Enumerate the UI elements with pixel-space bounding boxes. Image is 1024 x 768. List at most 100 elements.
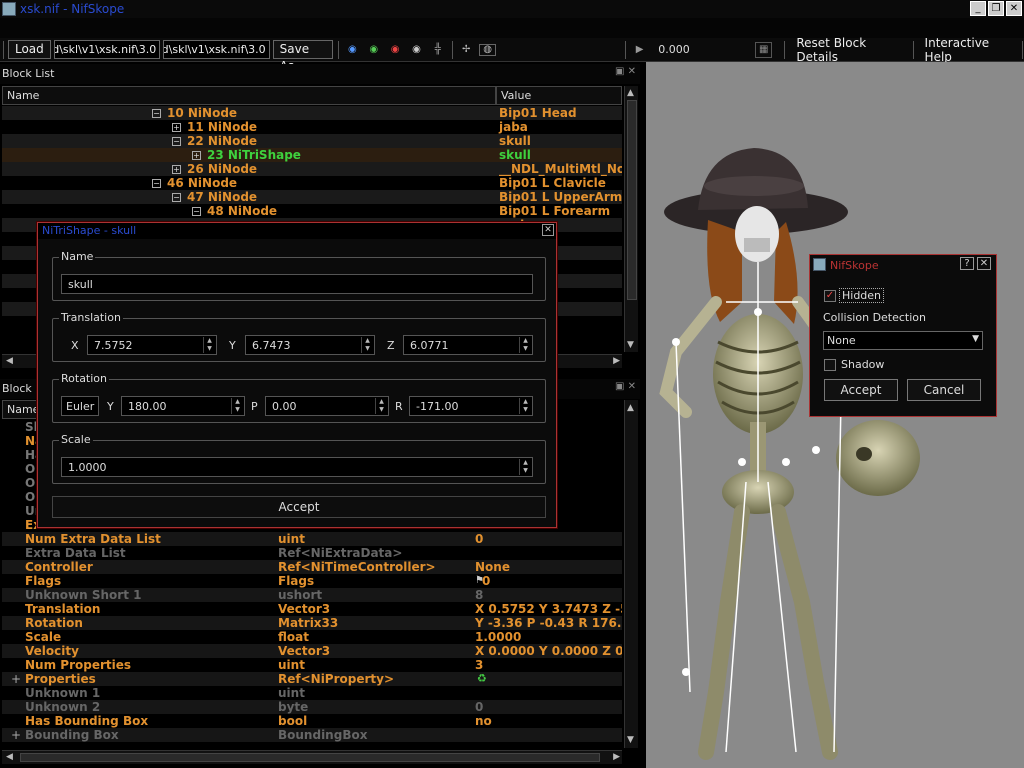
play-icon[interactable]: ▶	[631, 44, 648, 56]
transform-dialog-titlebar[interactable]: NiTriShape - skull ✕	[38, 223, 556, 239]
collapse-icon[interactable]: −	[152, 179, 161, 188]
accept-button[interactable]: Accept	[824, 379, 898, 401]
tree-row[interactable]: −46 NiNode Bip01 L Clavicle	[2, 176, 622, 190]
tree-row[interactable]: +26 NiNode __NDL_MultiMtl_No	[2, 162, 622, 176]
details-row[interactable]: Unknown 1 uint	[2, 686, 622, 700]
dock-buttons-icon[interactable]: ▣ ✕	[615, 66, 636, 77]
collapse-icon[interactable]: −	[192, 207, 201, 216]
details-row[interactable]: Rotation Matrix33 Y -3.36 P -0.43 R 176.3	[2, 616, 622, 630]
details-row[interactable]: Num Properties uint 3	[2, 658, 622, 672]
reset-block-details-button[interactable]: Reset Block Details	[796, 36, 907, 64]
tree-row[interactable]: −48 NiNode Bip01 L Forearm	[2, 204, 622, 218]
save-as-button[interactable]: Save As	[272, 40, 333, 73]
collapse-icon[interactable]: −	[172, 193, 181, 202]
expand-icon[interactable]: +	[192, 151, 201, 160]
details-row[interactable]: Flags Flags 0 ⚑	[2, 574, 622, 588]
details-row[interactable]: Scale float 1.0000	[2, 630, 622, 644]
interactive-help-button[interactable]: Interactive Help	[925, 36, 1017, 64]
spinner-icon[interactable]: ▲ ▼	[203, 337, 215, 353]
close-icon[interactable]: ✕	[977, 257, 991, 270]
spinner-icon[interactable]: ▲ ▼	[231, 398, 243, 414]
dock-buttons-icon[interactable]: ▣ ✕	[615, 381, 636, 392]
scroll-thumb[interactable]	[627, 100, 637, 300]
flag-icon[interactable]: ⚑	[475, 574, 484, 588]
scroll-right-icon[interactable]: ▶	[613, 752, 620, 762]
block-list-vscroll[interactable]: ▲ ▼	[624, 86, 638, 352]
rotation-y-field[interactable]: 180.00 ▲ ▼	[121, 396, 245, 416]
minimize-button[interactable]: _	[970, 1, 986, 16]
scroll-right-icon[interactable]: ▶	[613, 356, 620, 366]
details-col-name-header[interactable]: Name	[2, 400, 39, 419]
loop-icon[interactable]: ▦	[754, 41, 773, 58]
details-row[interactable]: Controller Ref<NiTimeController> None	[2, 560, 622, 574]
scroll-down-icon[interactable]: ▼	[627, 340, 634, 350]
details-row[interactable]: + Bounding Box BoundingBox	[2, 728, 622, 742]
details-row[interactable]: Velocity Vector3 X 0.0000 Y 0.0000 Z 0.0	[2, 644, 622, 658]
tree-row[interactable]: +11 NiNode jaba	[2, 120, 622, 134]
col-name-header[interactable]: Name	[2, 86, 496, 105]
details-row[interactable]: Num Extra Data List uint 0	[2, 532, 622, 546]
save-path-input[interactable]: 3.0\und\skl\v1\xsk.nif	[163, 40, 270, 59]
tree-row[interactable]: +23 NiTriShape skull	[2, 148, 622, 162]
eye-white-icon[interactable]: ◉	[408, 44, 425, 56]
translation-y-field[interactable]: 6.7473 ▲ ▼	[245, 335, 375, 355]
scroll-left-icon[interactable]: ◀	[6, 356, 13, 366]
close-button[interactable]: ✕	[1006, 1, 1022, 16]
axes-icon[interactable]: ✢	[458, 44, 475, 56]
help-icon[interactable]: ?	[960, 257, 974, 270]
toolbar: Load 3.0\und\skl\v1\xsk.nif 3.0\und\skl\…	[0, 36, 1024, 73]
rotation-p-field[interactable]: 0.00 ▲ ▼	[265, 396, 389, 416]
rotation-mode-button[interactable]: Euler	[61, 396, 99, 416]
details-vscroll[interactable]: ▲ ▼	[624, 400, 638, 748]
hidden-checkbox[interactable]: ✓	[824, 290, 836, 302]
spinner-icon[interactable]: ▲ ▼	[361, 337, 373, 353]
rotation-r-field[interactable]: -171.00 ▲ ▼	[409, 396, 533, 416]
transform-accept-button[interactable]: Accept	[52, 496, 546, 518]
spinner-icon[interactable]: ▲ ▼	[519, 398, 531, 414]
col-value-header[interactable]: Value	[496, 86, 622, 105]
scroll-up-icon[interactable]: ▲	[627, 88, 634, 98]
collision-select[interactable]: None ▼	[823, 331, 983, 350]
details-row[interactable]: Unknown 2 byte 0	[2, 700, 622, 714]
scale-field[interactable]: 1.0000 ▲ ▼	[61, 457, 533, 477]
spinner-icon[interactable]: ▲ ▼	[519, 459, 531, 475]
scroll-down-icon[interactable]: ▼	[627, 735, 634, 745]
hidden-label[interactable]: Hidden	[839, 288, 885, 303]
eye-red-icon[interactable]: ◉	[386, 44, 403, 56]
details-row[interactable]: Translation Vector3 X 0.5752 Y 3.7473 Z -5…	[2, 602, 622, 616]
maximize-button[interactable]: ❐	[988, 1, 1004, 16]
eye-blue-icon[interactable]: ◉	[344, 44, 361, 56]
scroll-up-icon[interactable]: ▲	[627, 403, 634, 413]
translation-x-field[interactable]: 7.5752 ▲ ▼	[87, 335, 217, 355]
collapse-icon[interactable]: −	[172, 137, 181, 146]
expand-icon[interactable]: +	[172, 165, 181, 174]
details-hscroll[interactable]: ◀ ▶	[2, 750, 622, 764]
expand-icon[interactable]: +	[172, 123, 181, 132]
tree-row[interactable]: −47 NiNode Bip01 L UpperArm	[2, 190, 622, 204]
refresh-icon[interactable]: ♻	[477, 672, 487, 686]
tree-row[interactable]: −10 NiNode Bip01 Head	[2, 106, 622, 120]
details-row[interactable]: + Properties Ref<NiProperty> ♻	[2, 672, 622, 686]
node-icon[interactable]: ╬	[429, 44, 446, 56]
shadow-checkbox[interactable]	[824, 359, 836, 371]
collapse-icon[interactable]: −	[152, 109, 161, 118]
close-icon[interactable]: ✕	[542, 224, 554, 236]
translation-z-field[interactable]: 6.0771 ▲ ▼	[403, 335, 533, 355]
load-button[interactable]: Load	[7, 40, 51, 59]
details-row[interactable]: Unknown Short 1 ushort 8	[2, 588, 622, 602]
chevron-down-icon[interactable]: ▼	[972, 334, 979, 344]
details-row[interactable]: Extra Data List Ref<NiExtraData>	[2, 546, 622, 560]
view-icon[interactable]: ◍	[478, 43, 497, 56]
name-field[interactable]: skull	[61, 274, 533, 294]
tree-row[interactable]: −22 NiNode skull	[2, 134, 622, 148]
eye-green-icon[interactable]: ◉	[365, 44, 382, 56]
spinner-icon[interactable]: ▲ ▼	[375, 398, 387, 414]
load-path-input[interactable]: 3.0\und\skl\v1\xsk.nif	[53, 40, 161, 59]
expand-icon[interactable]: +	[11, 672, 21, 686]
scroll-thumb[interactable]	[20, 753, 600, 762]
cancel-button[interactable]: Cancel	[907, 379, 981, 401]
details-row[interactable]: Has Bounding Box bool no	[2, 714, 622, 728]
spinner-icon[interactable]: ▲ ▼	[519, 337, 531, 353]
expand-icon[interactable]: +	[11, 728, 21, 742]
scroll-left-icon[interactable]: ◀	[6, 752, 13, 762]
